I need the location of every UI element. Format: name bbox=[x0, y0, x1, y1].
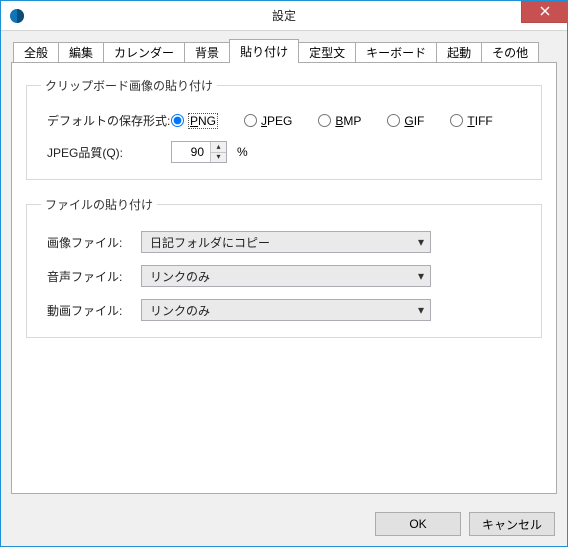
radio-bmp[interactable]: BMP bbox=[318, 114, 361, 128]
group-file-paste-legend: ファイルの貼り付け bbox=[41, 196, 157, 213]
audio-file-label: 音声ファイル: bbox=[41, 268, 141, 285]
radio-bmp-input[interactable] bbox=[318, 114, 331, 127]
tab-paste[interactable]: 貼り付け bbox=[229, 39, 299, 63]
radio-gif-input[interactable] bbox=[387, 114, 400, 127]
group-clipboard-image-legend: クリップボード画像の貼り付け bbox=[41, 77, 217, 94]
audio-file-select[interactable]: リンクのみ ▾ bbox=[141, 265, 431, 287]
radio-png-input[interactable] bbox=[171, 114, 184, 127]
image-file-value: 日記フォルダにコピー bbox=[142, 234, 412, 251]
content-area: 全般 編集 カレンダー 背景 貼り付け 定型文 キーボード 起動 その他 クリッ… bbox=[1, 31, 567, 546]
radio-jpeg-input[interactable] bbox=[244, 114, 257, 127]
tab-background[interactable]: 背景 bbox=[184, 42, 230, 63]
image-file-select[interactable]: 日記フォルダにコピー ▾ bbox=[141, 231, 431, 253]
video-file-select[interactable]: リンクのみ ▾ bbox=[141, 299, 431, 321]
radio-tiff[interactable]: TIFF bbox=[450, 114, 492, 128]
jpeg-quality-spinner[interactable]: ▴ ▾ bbox=[171, 141, 227, 163]
tab-keyboard[interactable]: キーボード bbox=[355, 42, 437, 63]
tab-calendar[interactable]: カレンダー bbox=[103, 42, 185, 63]
tabstrip: 全般 編集 カレンダー 背景 貼り付け 定型文 キーボード 起動 その他 bbox=[13, 39, 557, 62]
button-bar: OK キャンセル bbox=[375, 512, 555, 536]
tab-startup[interactable]: 起動 bbox=[436, 42, 482, 63]
cancel-button[interactable]: キャンセル bbox=[469, 512, 555, 536]
tab-general[interactable]: 全般 bbox=[13, 42, 59, 63]
chevron-down-icon: ▾ bbox=[412, 269, 430, 283]
pct-label: % bbox=[237, 145, 248, 159]
group-file-paste: ファイルの貼り付け 画像ファイル: 日記フォルダにコピー ▾ 音声ファイル: リ… bbox=[26, 196, 542, 338]
tab-edit[interactable]: 編集 bbox=[58, 42, 104, 63]
window-title: 設定 bbox=[1, 7, 567, 24]
titlebar: 設定 bbox=[1, 1, 567, 31]
jpeg-quality-down[interactable]: ▾ bbox=[211, 153, 226, 163]
video-file-value: リンクのみ bbox=[142, 302, 412, 319]
ok-button[interactable]: OK bbox=[375, 512, 461, 536]
format-radios: PNG JPEG BMP GIF bbox=[171, 113, 493, 129]
tabpanel-paste: クリップボード画像の貼り付け デフォルトの保存形式: PNG JPEG bbox=[11, 62, 557, 494]
default-format-label: デフォルトの保存形式: bbox=[41, 112, 171, 129]
settings-window: 設定 全般 編集 カレンダー 背景 貼り付け 定型文 キーボード 起動 その他 … bbox=[0, 0, 568, 547]
audio-file-value: リンクのみ bbox=[142, 268, 412, 285]
radio-jpeg[interactable]: JPEG bbox=[244, 114, 292, 128]
group-clipboard-image: クリップボード画像の貼り付け デフォルトの保存形式: PNG JPEG bbox=[26, 77, 542, 180]
tab-other[interactable]: その他 bbox=[481, 42, 539, 63]
jpeg-quality-up[interactable]: ▴ bbox=[211, 142, 226, 153]
video-file-label: 動画ファイル: bbox=[41, 302, 141, 319]
chevron-down-icon: ▾ bbox=[412, 303, 430, 317]
radio-gif[interactable]: GIF bbox=[387, 114, 424, 128]
radio-tiff-input[interactable] bbox=[450, 114, 463, 127]
chevron-down-icon: ▾ bbox=[412, 235, 430, 249]
close-button[interactable] bbox=[521, 1, 567, 23]
app-icon bbox=[9, 8, 25, 24]
radio-png[interactable]: PNG bbox=[171, 113, 218, 129]
tab-template[interactable]: 定型文 bbox=[298, 42, 356, 63]
jpeg-quality-input[interactable] bbox=[172, 142, 210, 162]
jpeg-quality-label: JPEG品質(Q): bbox=[41, 144, 171, 161]
image-file-label: 画像ファイル: bbox=[41, 234, 141, 251]
